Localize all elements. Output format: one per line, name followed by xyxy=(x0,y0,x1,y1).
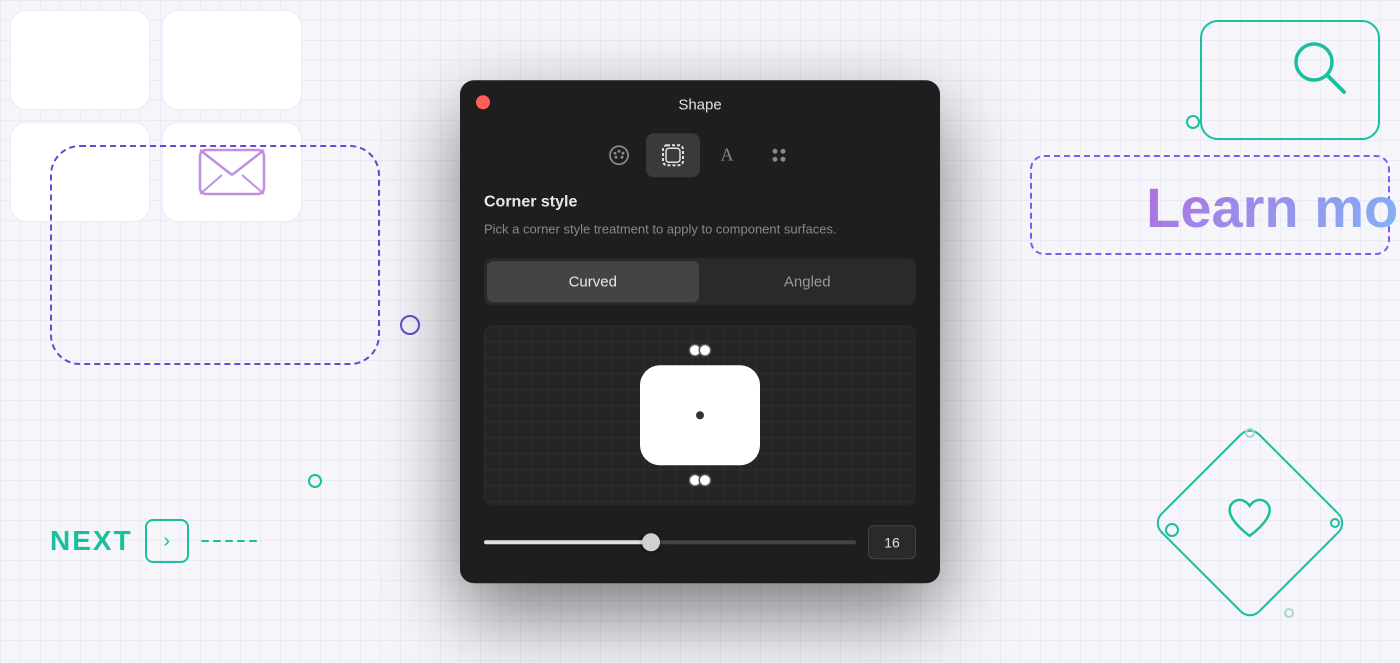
dash-4 xyxy=(237,540,245,542)
corner-style-toggle: Curved Angled xyxy=(484,258,916,305)
section-description: Pick a corner style treatment to apply t… xyxy=(484,219,916,239)
angled-button[interactable]: Angled xyxy=(702,261,914,302)
close-button[interactable] xyxy=(476,95,490,109)
radius-slider-row: 16 xyxy=(484,525,916,559)
dot-purple xyxy=(400,315,420,335)
traffic-lights xyxy=(476,95,490,109)
preview-shape xyxy=(640,365,760,465)
slider-track[interactable] xyxy=(484,540,856,544)
handle-bottom-right[interactable] xyxy=(700,475,710,485)
dot-teal-diamond-top xyxy=(1245,428,1255,438)
modal-body: Corner style Pick a corner style treatme… xyxy=(460,189,940,584)
tab-shape[interactable] xyxy=(646,133,700,177)
more-icon xyxy=(769,143,793,167)
deco-search-icon xyxy=(1280,28,1360,113)
modal-titlebar: Shape xyxy=(460,80,940,125)
palette-icon xyxy=(607,143,631,167)
deco-diamond-container xyxy=(1150,423,1350,623)
dot-teal-diamond-bottom xyxy=(1284,608,1294,618)
handle-bottom-left[interactable] xyxy=(690,475,700,485)
next-dashes xyxy=(201,540,257,542)
deco-diamond-shape xyxy=(1151,424,1349,622)
heart-icon xyxy=(1226,496,1274,551)
deco-next-section: NEXT › xyxy=(50,519,257,563)
dash-2 xyxy=(213,540,221,542)
shape-modal: Shape A xyxy=(460,80,940,584)
handle-top-right[interactable] xyxy=(700,345,710,355)
preview-shape-container xyxy=(640,365,760,465)
text-icon: A xyxy=(721,144,734,165)
dash-3 xyxy=(225,540,233,542)
modal-tabs: A xyxy=(460,125,940,189)
dot-teal-diamond xyxy=(1165,523,1179,537)
slider-value[interactable]: 16 xyxy=(868,525,916,559)
slider-fill xyxy=(484,540,651,544)
next-label: NEXT xyxy=(50,525,133,557)
dot-teal-small xyxy=(308,474,322,488)
tab-more[interactable] xyxy=(754,133,808,177)
deco-card-2 xyxy=(162,10,302,110)
tab-text[interactable]: A xyxy=(700,133,754,177)
next-box-icon: › xyxy=(145,519,189,563)
learn-more-text: Learn mor xyxy=(1146,175,1400,240)
deco-card-1 xyxy=(10,10,150,110)
handle-top-left[interactable] xyxy=(690,345,700,355)
shape-icon xyxy=(660,142,686,168)
slider-thumb[interactable] xyxy=(642,533,660,551)
dash-1 xyxy=(201,540,209,542)
deco-dashed-rect-left xyxy=(50,145,380,365)
modal-title: Shape xyxy=(678,96,721,113)
tab-palette[interactable] xyxy=(592,133,646,177)
preview-area xyxy=(484,325,916,505)
center-dot xyxy=(696,411,704,419)
section-title: Corner style xyxy=(484,193,916,211)
curved-button[interactable]: Curved xyxy=(487,261,699,302)
dash-5 xyxy=(249,540,257,542)
dot-teal-top-right xyxy=(1186,115,1200,129)
dot-teal-diamond-right xyxy=(1330,518,1340,528)
